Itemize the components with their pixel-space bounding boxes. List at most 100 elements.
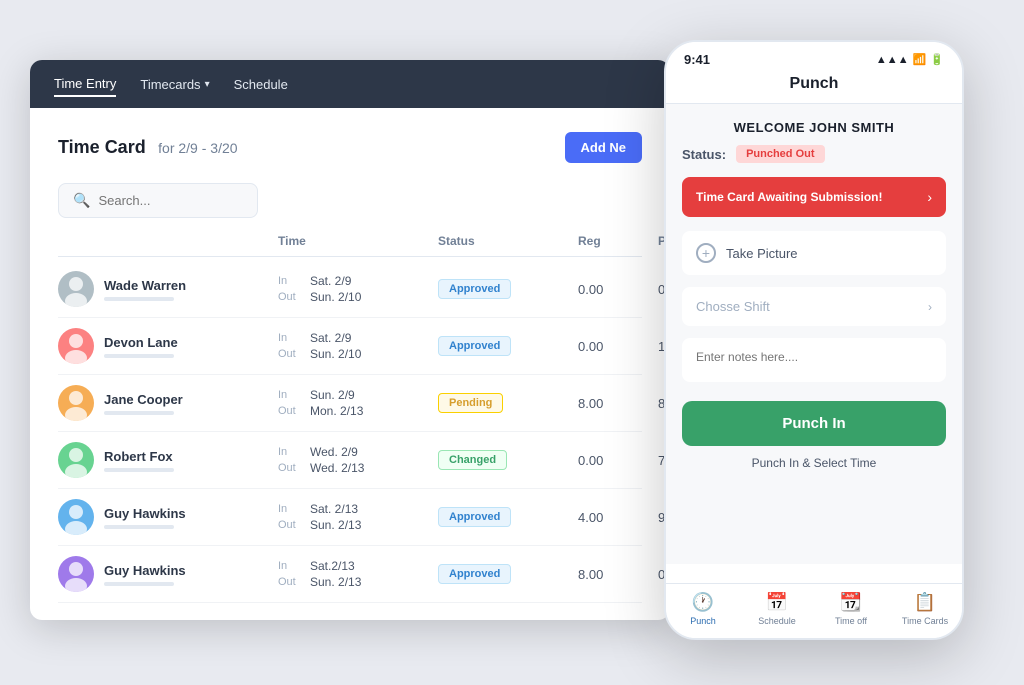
take-picture-row[interactable]: + Take Picture bbox=[682, 231, 946, 275]
in-date: Sat. 2/9 bbox=[310, 331, 351, 345]
tab-schedule[interactable]: 📅 Schedule bbox=[740, 592, 814, 626]
nav-timecards[interactable]: Timecards ▾ bbox=[140, 73, 209, 96]
punch-tab-icon: 🕐 bbox=[692, 592, 714, 613]
timecard-title: Time Card bbox=[58, 137, 146, 157]
time-out-row: Out Sun. 2/10 bbox=[278, 347, 438, 361]
status-cell: Changed bbox=[438, 450, 578, 470]
time-out-row: Out Sun. 2/10 bbox=[278, 290, 438, 304]
schedule-tab-icon: 📅 bbox=[766, 592, 788, 613]
mobile-time: 9:41 bbox=[684, 52, 710, 67]
search-bar: 🔍 bbox=[58, 183, 258, 218]
time-cell: In Wed. 2/9 Out Wed. 2/13 bbox=[278, 445, 438, 475]
employee-cell: Guy Hawkins bbox=[58, 556, 278, 592]
in-label: In bbox=[278, 446, 302, 458]
tab-time-cards[interactable]: 📋 Time Cards bbox=[888, 592, 962, 626]
tab-punch[interactable]: 🕐 Punch bbox=[666, 592, 740, 626]
avatar bbox=[58, 442, 94, 478]
notes-input[interactable] bbox=[682, 338, 946, 382]
time-cell: In Sat. 2/9 Out Sun. 2/10 bbox=[278, 331, 438, 361]
mobile-signal-icons: ▲▲▲ 📶 🔋 bbox=[876, 53, 944, 66]
time-out-row: Out Sun. 2/13 bbox=[278, 518, 438, 532]
employee-info: Jane Cooper bbox=[104, 392, 183, 415]
mobile-body: WELCOME JOHN SMITH Status: Punched Out T… bbox=[666, 104, 962, 564]
out-label: Out bbox=[278, 405, 302, 417]
employee-info: Devon Lane bbox=[104, 335, 178, 358]
time-out-row: Out Sun. 2/13 bbox=[278, 575, 438, 589]
employee-name: Devon Lane bbox=[104, 335, 178, 350]
in-date: Sun. 2/9 bbox=[310, 388, 355, 402]
avatar bbox=[58, 328, 94, 364]
in-date: Sat.2/13 bbox=[310, 559, 355, 573]
mobile-header: Punch bbox=[666, 71, 962, 104]
out-label: Out bbox=[278, 291, 302, 303]
col-header-status: Status bbox=[438, 234, 578, 248]
employee-cell: Devon Lane bbox=[58, 328, 278, 364]
out-label: Out bbox=[278, 576, 302, 588]
search-input[interactable] bbox=[98, 193, 238, 208]
status-badge: Approved bbox=[438, 336, 511, 356]
out-date: Mon. 2/13 bbox=[310, 404, 363, 418]
time-in-row: In Sat.2/13 bbox=[278, 559, 438, 573]
employee-bar bbox=[104, 411, 174, 415]
status-cell: Pending bbox=[438, 393, 578, 413]
employee-bar bbox=[104, 297, 174, 301]
nav-schedule[interactable]: Schedule bbox=[234, 73, 288, 96]
punched-out-badge: Punched Out bbox=[736, 145, 824, 163]
time-in-row: In Sat. 2/13 bbox=[278, 502, 438, 516]
employee-info: Robert Fox bbox=[104, 449, 174, 472]
punch-in-button[interactable]: Punch In bbox=[682, 401, 946, 446]
col-header-reg: Reg bbox=[578, 234, 658, 248]
out-date: Sun. 2/10 bbox=[310, 290, 361, 304]
table-row[interactable]: Robert Fox In Wed. 2/9 Out Wed. 2/13 Cha… bbox=[58, 432, 642, 489]
col-header-name bbox=[58, 234, 278, 248]
choose-shift-chevron-icon: › bbox=[928, 300, 932, 314]
out-label: Out bbox=[278, 462, 302, 474]
time-out-row: Out Mon. 2/13 bbox=[278, 404, 438, 418]
time-cell: In Sun. 2/9 Out Mon. 2/13 bbox=[278, 388, 438, 418]
signal-icon: ▲▲▲ bbox=[876, 54, 909, 66]
out-label: Out bbox=[278, 519, 302, 531]
table-row[interactable]: Wade Warren In Sat. 2/9 Out Sun. 2/10 Ap… bbox=[58, 261, 642, 318]
table-row[interactable]: Jane Cooper In Sun. 2/9 Out Mon. 2/13 Pe… bbox=[58, 375, 642, 432]
nav-time-entry[interactable]: Time Entry bbox=[54, 72, 116, 97]
timecards-tab-label: Time Cards bbox=[902, 616, 948, 626]
in-date: Sat. 2/13 bbox=[310, 502, 358, 516]
take-picture-label: Take Picture bbox=[726, 246, 798, 261]
employee-cell: Jane Cooper bbox=[58, 385, 278, 421]
table-row[interactable]: Guy Hawkins In Sat. 2/13 Out Sun. 2/13 A… bbox=[58, 489, 642, 546]
employee-bar bbox=[104, 525, 174, 529]
plus-icon: + bbox=[696, 243, 716, 263]
status-badge: Approved bbox=[438, 564, 511, 584]
alert-banner[interactable]: Time Card Awaiting Submission! › bbox=[682, 177, 946, 217]
punch-tab-label: Punch bbox=[690, 616, 716, 626]
tab-time-off[interactable]: 📆 Time off bbox=[814, 592, 888, 626]
employee-cell: Robert Fox bbox=[58, 442, 278, 478]
timecard-date: for 2/9 - 3/20 bbox=[158, 140, 237, 156]
status-row: Status: Punched Out bbox=[682, 145, 946, 163]
in-label: In bbox=[278, 389, 302, 401]
table-row[interactable]: Guy Hawkins In Sat.2/13 Out Sun. 2/13 Ap… bbox=[58, 546, 642, 603]
reg-cell: 8.00 bbox=[578, 567, 658, 582]
in-label: In bbox=[278, 503, 302, 515]
out-date: Sun. 2/13 bbox=[310, 518, 361, 532]
out-label: Out bbox=[278, 348, 302, 360]
time-cell: In Sat. 2/9 Out Sun. 2/10 bbox=[278, 274, 438, 304]
alert-chevron-icon: › bbox=[927, 189, 932, 205]
choose-shift-row[interactable]: Chosse Shift › bbox=[682, 287, 946, 326]
mobile-tab-bar: 🕐 Punch 📅 Schedule 📆 Time off 📋 Time Car… bbox=[666, 583, 962, 638]
status-cell: Approved bbox=[438, 336, 578, 356]
reg-cell: 8.00 bbox=[578, 396, 658, 411]
mobile-status-bar: 9:41 ▲▲▲ 📶 🔋 bbox=[666, 42, 962, 71]
employee-name: Robert Fox bbox=[104, 449, 174, 464]
table-row[interactable]: Devon Lane In Sat. 2/9 Out Sun. 2/10 App… bbox=[58, 318, 642, 375]
employee-cell: Wade Warren bbox=[58, 271, 278, 307]
out-date: Sun. 2/10 bbox=[310, 347, 361, 361]
avatar bbox=[58, 271, 94, 307]
timeoff-tab-icon: 📆 bbox=[840, 592, 862, 613]
time-in-row: In Sat. 2/9 bbox=[278, 274, 438, 288]
employee-name: Jane Cooper bbox=[104, 392, 183, 407]
in-date: Wed. 2/9 bbox=[310, 445, 358, 459]
avatar bbox=[58, 385, 94, 421]
add-new-button[interactable]: Add Ne bbox=[565, 132, 643, 163]
punch-select-time[interactable]: Punch In & Select Time bbox=[682, 456, 946, 470]
